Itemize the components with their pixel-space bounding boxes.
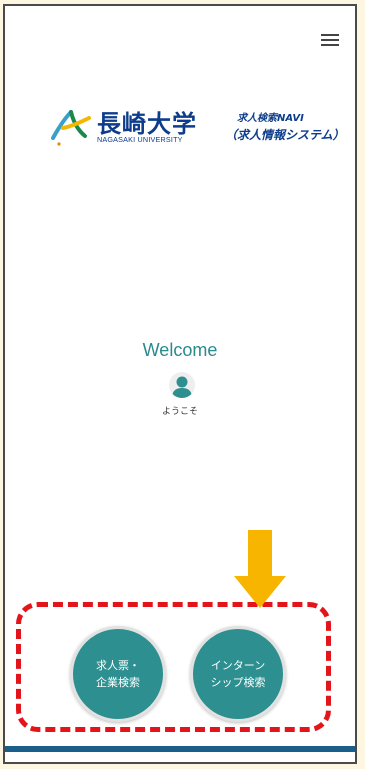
welcome-subtitle: ようこそ xyxy=(161,407,198,417)
university-logo[interactable]: 長崎大学 NAGASAKI UNIVERSITY 求人検索NAVI （求人情報シ… xyxy=(49,104,345,148)
logo-university-name-en: NAGASAKI UNIVERSITY xyxy=(97,135,183,144)
job-company-search-label: 求人票・ 企業検索 xyxy=(96,659,140,689)
welcome-title: Welcome xyxy=(142,340,218,360)
user-avatar-icon xyxy=(169,372,195,398)
footer-bar xyxy=(5,746,355,752)
screenshot-frame: 長崎大学 NAGASAKI UNIVERSITY 求人検索NAVI （求人情報シ… xyxy=(0,0,365,769)
job-company-search-button[interactable]: 求人票・ 企業検索 xyxy=(70,626,166,722)
internship-search-label: インターン シップ検索 xyxy=(210,659,266,689)
internship-search-button[interactable]: インターン シップ検索 xyxy=(190,626,286,722)
mobile-viewport: 長崎大学 NAGASAKI UNIVERSITY 求人検索NAVI （求人情報シ… xyxy=(3,4,357,764)
nagasaki-university-emblem-icon xyxy=(51,110,91,146)
logo-system-subtitle: （求人情報システム） xyxy=(225,128,345,142)
menu-line xyxy=(321,34,339,36)
logo-university-name: 長崎大学 xyxy=(97,109,197,138)
logo-system-title: 求人検索NAVI xyxy=(237,113,304,124)
menu-line xyxy=(321,44,339,46)
hamburger-menu-icon[interactable] xyxy=(319,30,341,50)
menu-line xyxy=(321,39,339,41)
